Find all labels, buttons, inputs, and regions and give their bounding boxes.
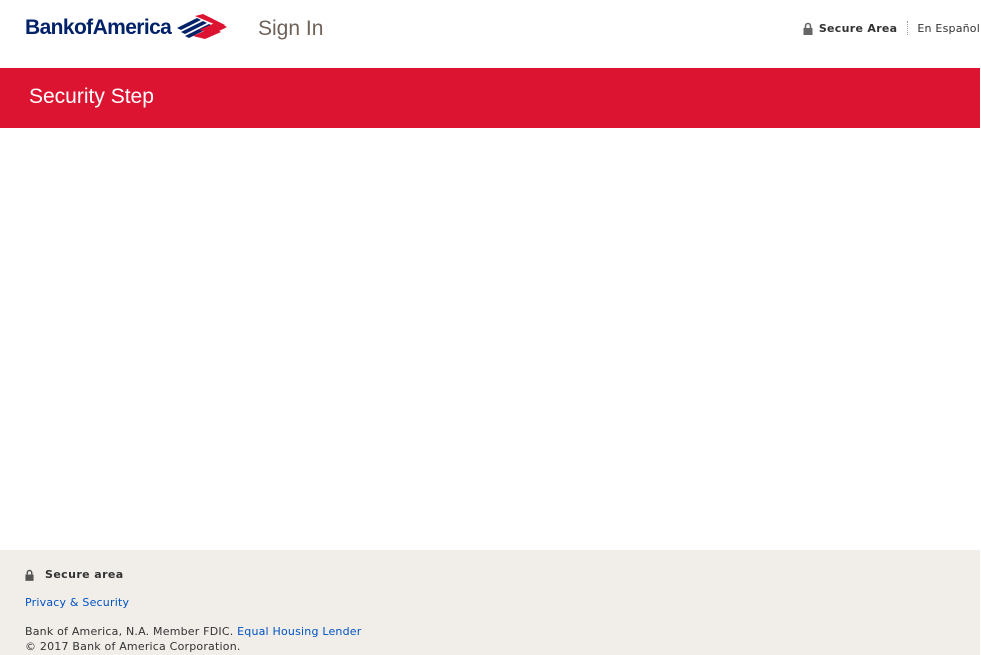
copyright-text: © 2017 Bank of America Corporation.: [25, 640, 241, 653]
lock-icon: [25, 569, 34, 581]
lock-icon: [803, 22, 813, 35]
flag-icon: [177, 14, 228, 39]
page: BankofAmerica Sign In Secure Area En Esp…: [0, 0, 981, 655]
legal-text: Bank of America, N.A. Member FDIC. Equal…: [25, 624, 361, 654]
member-fdic-line: Bank of America, N.A. Member FDIC. Equal…: [25, 624, 361, 639]
privacy-row: Privacy & Security: [25, 596, 129, 609]
header: BankofAmerica Sign In Secure Area En Esp…: [0, 0, 981, 68]
banner-title: Security Step: [29, 85, 154, 108]
privacy-security-link[interactable]: Privacy & Security: [25, 596, 129, 609]
footer-secure-area: Secure area: [25, 568, 124, 581]
secure-area-label: Secure Area: [818, 21, 898, 35]
main-content: [0, 128, 980, 550]
language-toggle-link[interactable]: En Español: [917, 22, 980, 35]
page-title: Sign In: [258, 17, 324, 40]
bank-of-america-logo[interactable]: BankofAmerica: [25, 14, 228, 42]
equal-housing-lender-link[interactable]: Equal Housing Lender: [237, 625, 361, 638]
divider: [907, 21, 909, 35]
header-utility-nav: Secure Area En Español: [803, 21, 980, 35]
footer-secure-label: Secure area: [45, 568, 124, 581]
footer: Secure area Privacy & Security Bank of A…: [0, 550, 980, 655]
member-fdic-text: Bank of America, N.A. Member FDIC.: [25, 625, 234, 638]
logo-text: BankofAmerica: [25, 16, 172, 39]
title-banner: Security Step: [0, 68, 980, 128]
